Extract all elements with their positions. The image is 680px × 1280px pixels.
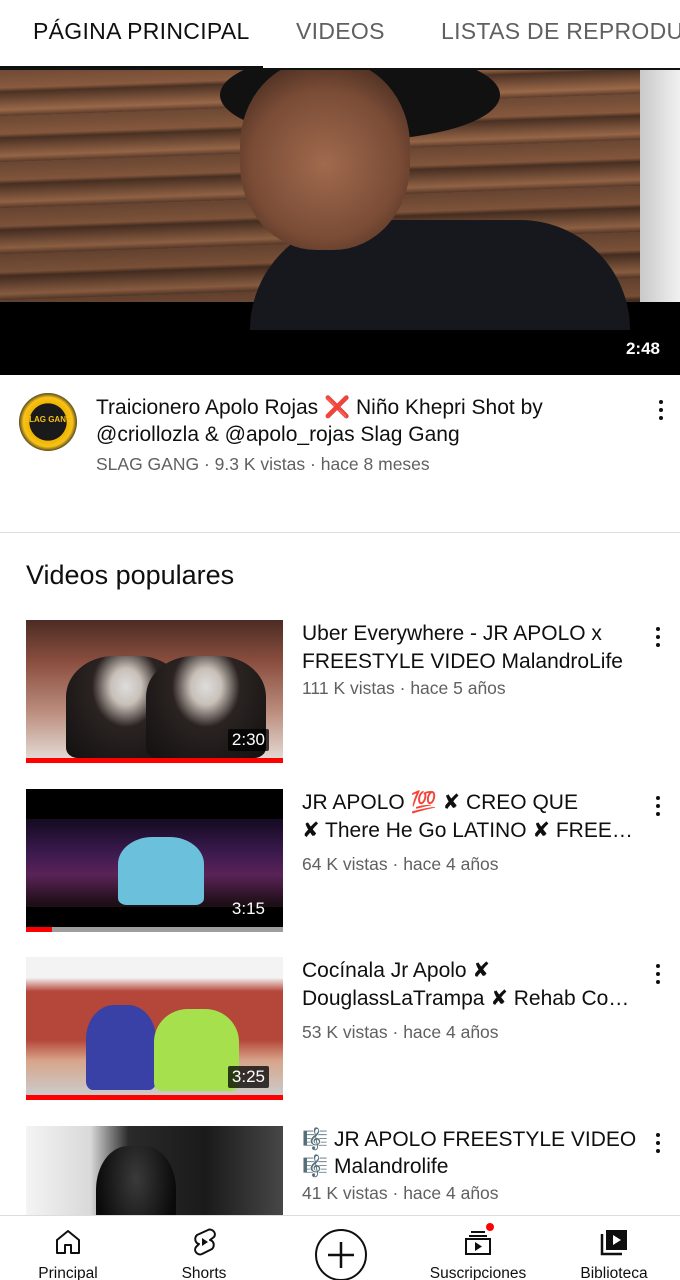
video-list-item[interactable]: 3:25 Cocínala Jr Apolo ✘ DouglassLaTramp… <box>0 957 680 1107</box>
thumbnail-image <box>26 1126 283 1215</box>
meta-separator: · <box>203 454 210 474</box>
video-title[interactable]: Cocínala Jr Apolo ✘ DouglassLaTrampa ✘ R… <box>302 957 642 1013</box>
video-list-item[interactable]: 2:30 Uber Everywhere - JR APOLO x FREEST… <box>0 620 680 770</box>
video-thumbnail[interactable]: 2:30 <box>26 620 283 763</box>
video-title[interactable]: Uber Everywhere - JR APOLO x FREESTYLE V… <box>302 620 642 676</box>
featured-duration-badge: 2:48 <box>625 339 660 358</box>
featured-thumbnail-image <box>0 70 680 330</box>
watch-progress-bar <box>26 758 283 763</box>
nav-item-biblioteca[interactable]: Biblioteca <box>546 1216 680 1280</box>
featured-view-count: 9.3 K vistas <box>214 454 306 474</box>
more-options-icon[interactable] <box>651 398 671 428</box>
featured-title-line1: Traicionero Apolo Rojas ❌ Niño Khepri Sh… <box>96 396 543 419</box>
view-count: 41 K vistas <box>302 1183 388 1203</box>
video-list-item[interactable]: 🎼 JR APOLO FREESTYLE VIDEO 🎼 Malandrolif… <box>0 1126 680 1215</box>
watch-progress-bar <box>26 1095 283 1100</box>
nav-label: Shorts <box>181 1265 227 1280</box>
video-title[interactable]: JR APOLO 💯 ✘ CREO QUE ✘ There He Go LATI… <box>302 789 642 845</box>
watch-progress-bar <box>26 927 283 932</box>
duration-badge: 2:30 <box>227 729 269 751</box>
nav-item-principal[interactable]: Principal <box>0 1216 136 1280</box>
view-count: 111 K vistas <box>302 678 395 698</box>
meta-separator: · <box>392 1022 399 1042</box>
home-icon <box>56 1230 80 1254</box>
nav-label: Biblioteca <box>580 1265 648 1280</box>
duration-badge: 3:15 <box>231 899 265 918</box>
tab-videos[interactable]: VIDEOS <box>296 0 385 68</box>
nav-label: Suscripciones <box>429 1265 527 1280</box>
video-thumbnail[interactable] <box>26 1126 283 1215</box>
view-count: 64 K vistas <box>302 854 388 874</box>
featured-video-meta: SLAG GANG · 9.3 K vistas · hace 8 meses <box>96 454 430 475</box>
notification-dot <box>484 1221 496 1233</box>
upload-age: hace 4 años <box>403 1183 499 1203</box>
avatar-logo-text: SLAG GANG <box>23 415 73 424</box>
library-icon <box>600 1230 627 1256</box>
duration-badge: 3:25 <box>227 1066 269 1088</box>
featured-video-title[interactable]: Traicionero Apolo Rojas ❌ Niño Khepri Sh… <box>96 394 626 448</box>
more-options-icon[interactable] <box>648 623 668 651</box>
bottom-navigation: Principal Shorts Suscripciones Bibliotec… <box>0 1215 680 1280</box>
featured-upload-age: hace 8 meses <box>320 454 430 474</box>
video-meta: 53 K vistas · hace 4 años <box>302 1022 499 1043</box>
nav-item-create[interactable] <box>272 1216 408 1280</box>
nav-label: Principal <box>38 1265 98 1280</box>
video-meta: 41 K vistas · hace 4 años <box>302 1183 499 1204</box>
upload-age: hace 4 años <box>403 854 499 874</box>
video-meta: 111 K vistas · hace 5 años <box>302 678 506 699</box>
tab-pagina-principal[interactable]: PÁGINA PRINCIPAL <box>33 0 250 68</box>
view-count: 53 K vistas <box>302 1022 388 1042</box>
meta-separator: · <box>392 1183 399 1203</box>
section-divider <box>0 532 680 533</box>
video-title[interactable]: 🎼 JR APOLO FREESTYLE VIDEO 🎼 Malandrolif… <box>302 1126 642 1180</box>
featured-title-line2: @criollozla & @apolo_rojas Slag Gang <box>96 423 460 446</box>
create-icon <box>315 1229 367 1280</box>
meta-separator: · <box>392 854 399 874</box>
featured-video-thumbnail[interactable]: 2:48 <box>0 70 680 375</box>
meta-separator: · <box>310 454 316 474</box>
featured-channel-name: SLAG GANG <box>96 454 200 474</box>
nav-item-suscripciones[interactable]: Suscripciones <box>410 1216 546 1280</box>
featured-video-info[interactable]: SLAG GANG Traicionero Apolo Rojas ❌ Niño… <box>0 375 680 532</box>
video-thumbnail[interactable]: 3:25 <box>26 957 283 1100</box>
more-options-icon[interactable] <box>648 1129 668 1157</box>
section-title-popular: Videos populares <box>26 560 235 590</box>
video-list-item[interactable]: 3:15 JR APOLO 💯 ✘ CREO QUE ✘ There He Go… <box>0 789 680 939</box>
more-options-icon[interactable] <box>648 960 668 988</box>
nav-item-shorts[interactable]: Shorts <box>136 1216 272 1280</box>
channel-tabs: PÁGINA PRINCIPAL VIDEOS LISTAS DE REPROD… <box>0 0 680 70</box>
tab-listas-de-reproduccion[interactable]: LISTAS DE REPRODUCCIÓN <box>441 0 680 68</box>
channel-avatar[interactable]: SLAG GANG <box>19 393 77 451</box>
shorts-icon <box>194 1228 216 1256</box>
upload-age: hace 5 años <box>410 678 506 698</box>
more-options-icon[interactable] <box>648 792 668 820</box>
meta-separator: · <box>399 678 406 698</box>
video-meta: 64 K vistas · hace 4 años <box>302 854 499 875</box>
video-thumbnail[interactable]: 3:15 <box>26 789 283 932</box>
upload-age: hace 4 años <box>403 1022 499 1042</box>
